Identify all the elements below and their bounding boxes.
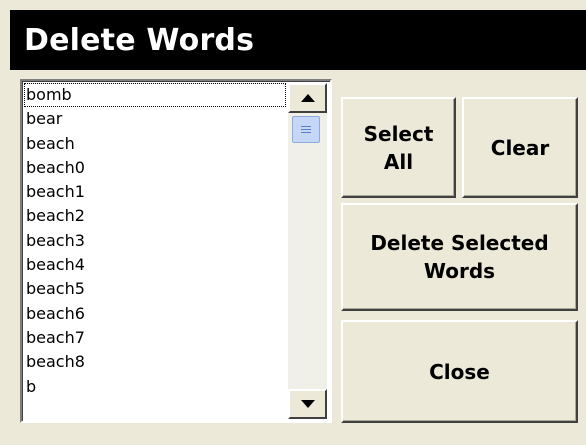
list-item[interactable]: bomb bbox=[24, 83, 286, 108]
arrow-down-icon bbox=[300, 400, 315, 408]
list-item[interactable]: b bbox=[24, 375, 286, 399]
list-item[interactable]: beach8 bbox=[24, 350, 286, 374]
vertical-scrollbar[interactable] bbox=[288, 83, 327, 419]
list-item[interactable]: beach0 bbox=[24, 156, 286, 180]
word-list[interactable]: bomb bear beach beach0 beach1 beach2 beach3 bea… bbox=[20, 79, 332, 423]
delete-selected-words-button[interactable]: Delete Selected Words bbox=[341, 203, 578, 311]
list-item[interactable]: beach7 bbox=[24, 326, 286, 350]
close-button[interactable]: Close bbox=[341, 320, 578, 423]
window-title: Delete Words bbox=[24, 22, 255, 58]
scroll-up-button[interactable] bbox=[288, 83, 327, 113]
grip-line bbox=[301, 132, 311, 133]
clear-button[interactable]: Clear bbox=[462, 97, 578, 198]
title-bar: Delete Words bbox=[10, 10, 586, 70]
list-item[interactable]: bear bbox=[24, 107, 286, 131]
select-all-button[interactable]: Select All bbox=[341, 97, 456, 198]
grip-line bbox=[301, 126, 311, 127]
arrow-up-icon bbox=[300, 94, 315, 102]
grip-line bbox=[301, 129, 311, 130]
list-item[interactable]: beach5 bbox=[24, 277, 286, 301]
list-item[interactable]: beach3 bbox=[24, 229, 286, 253]
scroll-thumb[interactable] bbox=[292, 116, 320, 143]
list-item[interactable]: beach bbox=[24, 132, 286, 156]
list-item[interactable]: beach2 bbox=[24, 204, 286, 228]
list-item[interactable]: beach6 bbox=[24, 302, 286, 326]
list-item[interactable]: beach4 bbox=[24, 253, 286, 277]
word-list-items: bomb bear beach beach0 beach1 beach2 beach3 bea… bbox=[24, 83, 286, 399]
list-item[interactable]: beach1 bbox=[24, 180, 286, 204]
scroll-down-button[interactable] bbox=[288, 389, 327, 419]
